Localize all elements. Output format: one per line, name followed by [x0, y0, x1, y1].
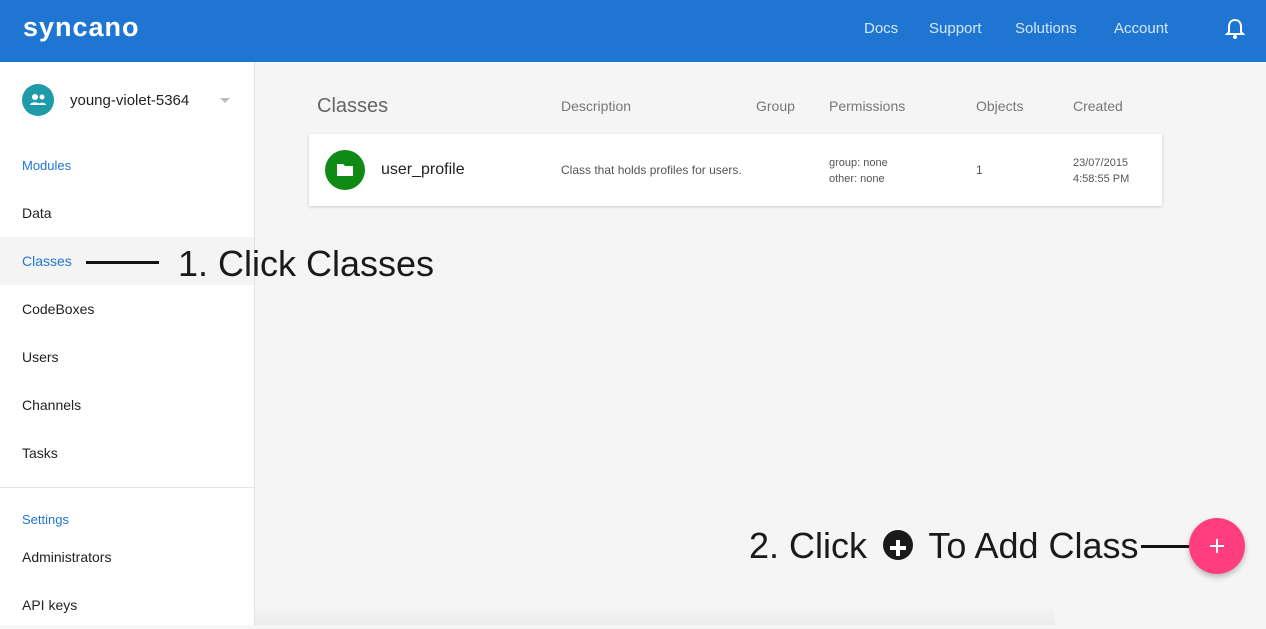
nav-support[interactable]: Support	[929, 20, 982, 37]
permission-other: other: none	[829, 173, 885, 185]
created-date: 23/07/2015	[1073, 157, 1129, 169]
class-created: 23/07/2015 4:58:55 PM	[1073, 155, 1129, 187]
column-header-created[interactable]: Created	[1073, 98, 1123, 114]
column-header-permissions[interactable]: Permissions	[829, 98, 905, 114]
instance-name: young-violet-5364	[70, 92, 190, 109]
add-class-button[interactable]	[1189, 518, 1245, 574]
table-row[interactable]: user_profile Class that holds profiles f…	[309, 134, 1162, 206]
class-name: user_profile	[381, 161, 465, 178]
folder-icon	[325, 150, 365, 190]
created-time: 4:58:55 PM	[1073, 173, 1130, 185]
plus-circle-icon	[883, 530, 914, 561]
settings-label: Settings	[22, 512, 69, 527]
sidebar-item-data[interactable]: Data	[0, 189, 254, 237]
syncano-logo[interactable]: syncano	[23, 12, 140, 43]
sidebar-item-users[interactable]: Users	[0, 333, 254, 381]
sidebar-item-label: API keys	[22, 597, 78, 613]
sidebar: young-violet-5364 Modules Data Classes C…	[0, 62, 255, 625]
annotation-step-1: 1. Click Classes	[178, 243, 435, 284]
sidebar-item-api-keys[interactable]: API keys	[0, 581, 254, 629]
bottom-shadow	[255, 605, 1055, 625]
column-header-group[interactable]: Group	[756, 98, 795, 114]
column-header-description[interactable]: Description	[561, 98, 631, 114]
caret-down-icon[interactable]	[220, 98, 230, 103]
annotation-step-2-pre: 2. Click	[749, 525, 868, 566]
top-bar: syncano Docs Support Solutions Account	[0, 0, 1266, 62]
annotation-line-1	[86, 261, 159, 264]
class-permissions: group: none other: none	[829, 155, 888, 187]
nav-docs[interactable]: Docs	[864, 20, 898, 37]
permission-group: group: none	[829, 157, 888, 169]
nav-solutions[interactable]: Solutions	[1015, 20, 1077, 37]
class-objects-count: 1	[976, 163, 983, 177]
sidebar-item-label: Administrators	[22, 549, 112, 565]
people-icon	[22, 84, 54, 116]
page-title: Classes	[317, 95, 389, 117]
sidebar-item-label: Classes	[22, 253, 72, 269]
plus-icon	[1210, 539, 1224, 553]
sidebar-item-label: Data	[22, 205, 52, 221]
sidebar-item-label: Tasks	[22, 445, 58, 461]
sidebar-item-label: Channels	[22, 397, 82, 413]
sidebar-divider	[0, 487, 254, 488]
sidebar-item-codeboxes[interactable]: CodeBoxes	[0, 285, 254, 333]
instance-selector[interactable]: young-violet-5364	[22, 84, 237, 118]
sidebar-item-tasks[interactable]: Tasks	[0, 429, 254, 477]
column-header-objects[interactable]: Objects	[976, 98, 1023, 114]
sidebar-item-channels[interactable]: Channels	[0, 381, 254, 429]
sidebar-item-label: CodeBoxes	[22, 301, 95, 317]
sidebar-item-administrators[interactable]: Administrators	[0, 533, 254, 581]
annotation-step-2: 2. Click To Add Class	[749, 525, 1139, 567]
modules-label: Modules	[22, 158, 72, 173]
annotation-step-2-post: To Add Class	[928, 525, 1139, 566]
nav-account[interactable]: Account	[1114, 20, 1168, 37]
bell-icon[interactable]	[1224, 18, 1246, 40]
class-description: Class that holds profiles for users.	[561, 163, 742, 177]
sidebar-item-label: Users	[22, 349, 59, 365]
